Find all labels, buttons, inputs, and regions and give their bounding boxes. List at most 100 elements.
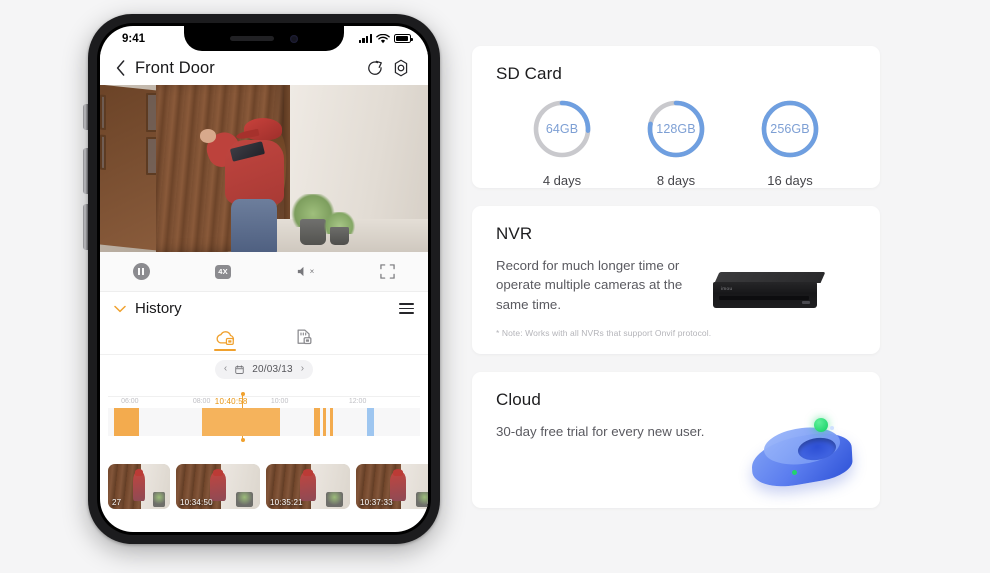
thumbnail-person [389, 472, 407, 501]
retention-days-label: 16 days [767, 173, 813, 188]
nvr-device-vent [719, 296, 809, 300]
thumbnail-timestamp: 27 [112, 498, 122, 507]
earpiece-speaker-icon [230, 36, 274, 41]
timeline-event-block[interactable] [323, 408, 326, 436]
sd-card-tab[interactable] [294, 328, 314, 351]
event-thumbnail[interactable]: 10:37:33 [356, 464, 428, 509]
fullscreen-button[interactable] [346, 264, 428, 279]
sd-capacity-option[interactable]: 128GB 8 days [645, 98, 707, 188]
capacity-label: 64GB [545, 122, 579, 136]
speaker-mute-icon: × [296, 265, 314, 278]
event-thumbnail[interactable]: 10:35:21 [266, 464, 350, 509]
cloud-accent-dot-icon [792, 470, 797, 475]
thumbnail-person-cap [212, 469, 224, 476]
timeline-track[interactable] [108, 392, 420, 442]
sd-card-video-icon [297, 329, 312, 345]
video-glass-pane [100, 134, 107, 171]
live-video-view[interactable] [100, 85, 428, 252]
nvr-device-front: imou [713, 282, 817, 308]
share-icon [367, 60, 382, 75]
thumbnail-plant [236, 491, 254, 508]
retention-days-label: 8 days [656, 173, 696, 188]
app-header: Front Door [100, 51, 428, 85]
thumbnail-timestamp: 10:34:50 [180, 498, 213, 507]
cloud-sparkle-icon [830, 426, 834, 430]
capacity-ring: 256GB [759, 98, 821, 160]
thumbnail-person [132, 472, 146, 501]
history-tabs [100, 325, 428, 355]
capacity-label: 256GB [770, 122, 810, 136]
history-menu-button[interactable] [399, 303, 414, 314]
sd-capacity-option[interactable]: 64GB 4 days [531, 98, 593, 188]
nvr-description: Record for much longer time or operate m… [496, 258, 683, 312]
video-glass-pane [100, 94, 107, 131]
timeline-event-block[interactable] [201, 408, 280, 436]
battery-icon [394, 34, 413, 43]
timeline-axis-labels: 06:00 08:00 10:00 12:00 [108, 396, 420, 407]
capacity-label: 128GB [656, 122, 696, 136]
settings-button[interactable] [388, 55, 414, 81]
timeline-event-block[interactable] [366, 408, 374, 436]
storage-options-panel: SD Card 64GB 4 days 128GB 8 days 256GB 16 day… [472, 0, 990, 573]
timeline-event-block[interactable] [329, 408, 334, 436]
timeline-axis-label: 12:00 [348, 398, 367, 405]
event-thumbnail[interactable]: 10:34:50 [176, 464, 260, 509]
cloud-description: 30-day free trial for every new user. [496, 424, 705, 439]
nvr-brand-label: imou [721, 286, 733, 291]
thumbnail-plant [326, 491, 344, 508]
thumbnail-person [209, 472, 227, 501]
cloud-upload-dot-icon [814, 418, 828, 432]
timeline-axis-label: 08:00 [192, 398, 211, 405]
share-button[interactable] [362, 55, 388, 81]
selected-date-label: 20/03/13 [252, 363, 293, 375]
nvr-title: NVR [496, 224, 533, 243]
date-picker[interactable]: ‹ 20/03/13 › [214, 359, 314, 379]
event-thumbnail[interactable]: 27 [108, 464, 170, 509]
previous-day-button[interactable]: ‹ [224, 364, 227, 374]
history-timeline[interactable]: 10:40:58 06:00 08:00 10:00 12:00 [100, 392, 428, 458]
phone-mockup-area: 9:41 Front Door 4X × History ‹ 20/03/13 … [0, 0, 470, 573]
nvr-note: * Note: Works with all NVRs that support… [496, 328, 712, 338]
timeline-event-block[interactable] [313, 408, 321, 436]
timeline-axis-label: 10:00 [270, 398, 289, 405]
date-navigation: ‹ 20/03/13 › [100, 355, 428, 383]
playback-speed-button[interactable]: 4X [182, 264, 264, 279]
nvr-feature-card: NVR Record for much longer time or opera… [472, 206, 880, 354]
pause-button[interactable] [100, 263, 182, 280]
cloud-feature-card: Cloud 30-day free trial for every new us… [472, 372, 880, 508]
settings-gear-icon [394, 59, 408, 77]
fullscreen-icon [379, 264, 395, 279]
nvr-device-led [802, 301, 810, 304]
sd-card-feature-card: SD Card 64GB 4 days 128GB 8 days 256GB 16 day… [472, 46, 880, 188]
cloud-video-icon [216, 330, 235, 345]
video-plant-pot [329, 226, 350, 246]
calendar-icon [235, 364, 244, 374]
sd-card-title: SD Card [496, 64, 562, 83]
event-thumbnail-strip[interactable]: 27 10:34:50 10:35:21 10:37:33 [100, 458, 428, 509]
pause-icon [132, 263, 150, 280]
timeline-event-block[interactable] [114, 408, 140, 436]
history-collapse-toggle[interactable] [110, 305, 130, 313]
thumbnail-person-cap [392, 469, 404, 476]
cloud-storage-tab[interactable] [214, 329, 236, 351]
capacity-ring: 64GB [531, 98, 593, 160]
thumbnail-plant [152, 491, 166, 508]
nvr-device-image: imou [713, 272, 826, 314]
nvr-body: Record for much longer time or operate m… [472, 244, 880, 314]
next-day-button[interactable]: › [301, 364, 304, 374]
front-camera-icon [290, 34, 298, 43]
status-bar-indicators [358, 33, 413, 44]
history-title: History [135, 300, 182, 317]
mute-button[interactable]: × [264, 265, 346, 278]
chevron-left-icon [116, 60, 124, 76]
back-button[interactable] [109, 60, 131, 76]
sd-card-capacity-options: 64GB 4 days 128GB 8 days 256GB 16 days [472, 98, 880, 188]
video-control-bar: 4X × [100, 252, 428, 292]
thumbnail-timestamp: 10:35:21 [270, 498, 303, 507]
speed-badge-label: 4X [214, 264, 232, 279]
cloud-body: 30-day free trial for every new user. [472, 410, 880, 494]
capacity-ring: 128GB [645, 98, 707, 160]
thumbnail-person-cap [302, 469, 314, 476]
thumbnail-plant [416, 491, 428, 508]
sd-capacity-option[interactable]: 256GB 16 days [759, 98, 821, 188]
